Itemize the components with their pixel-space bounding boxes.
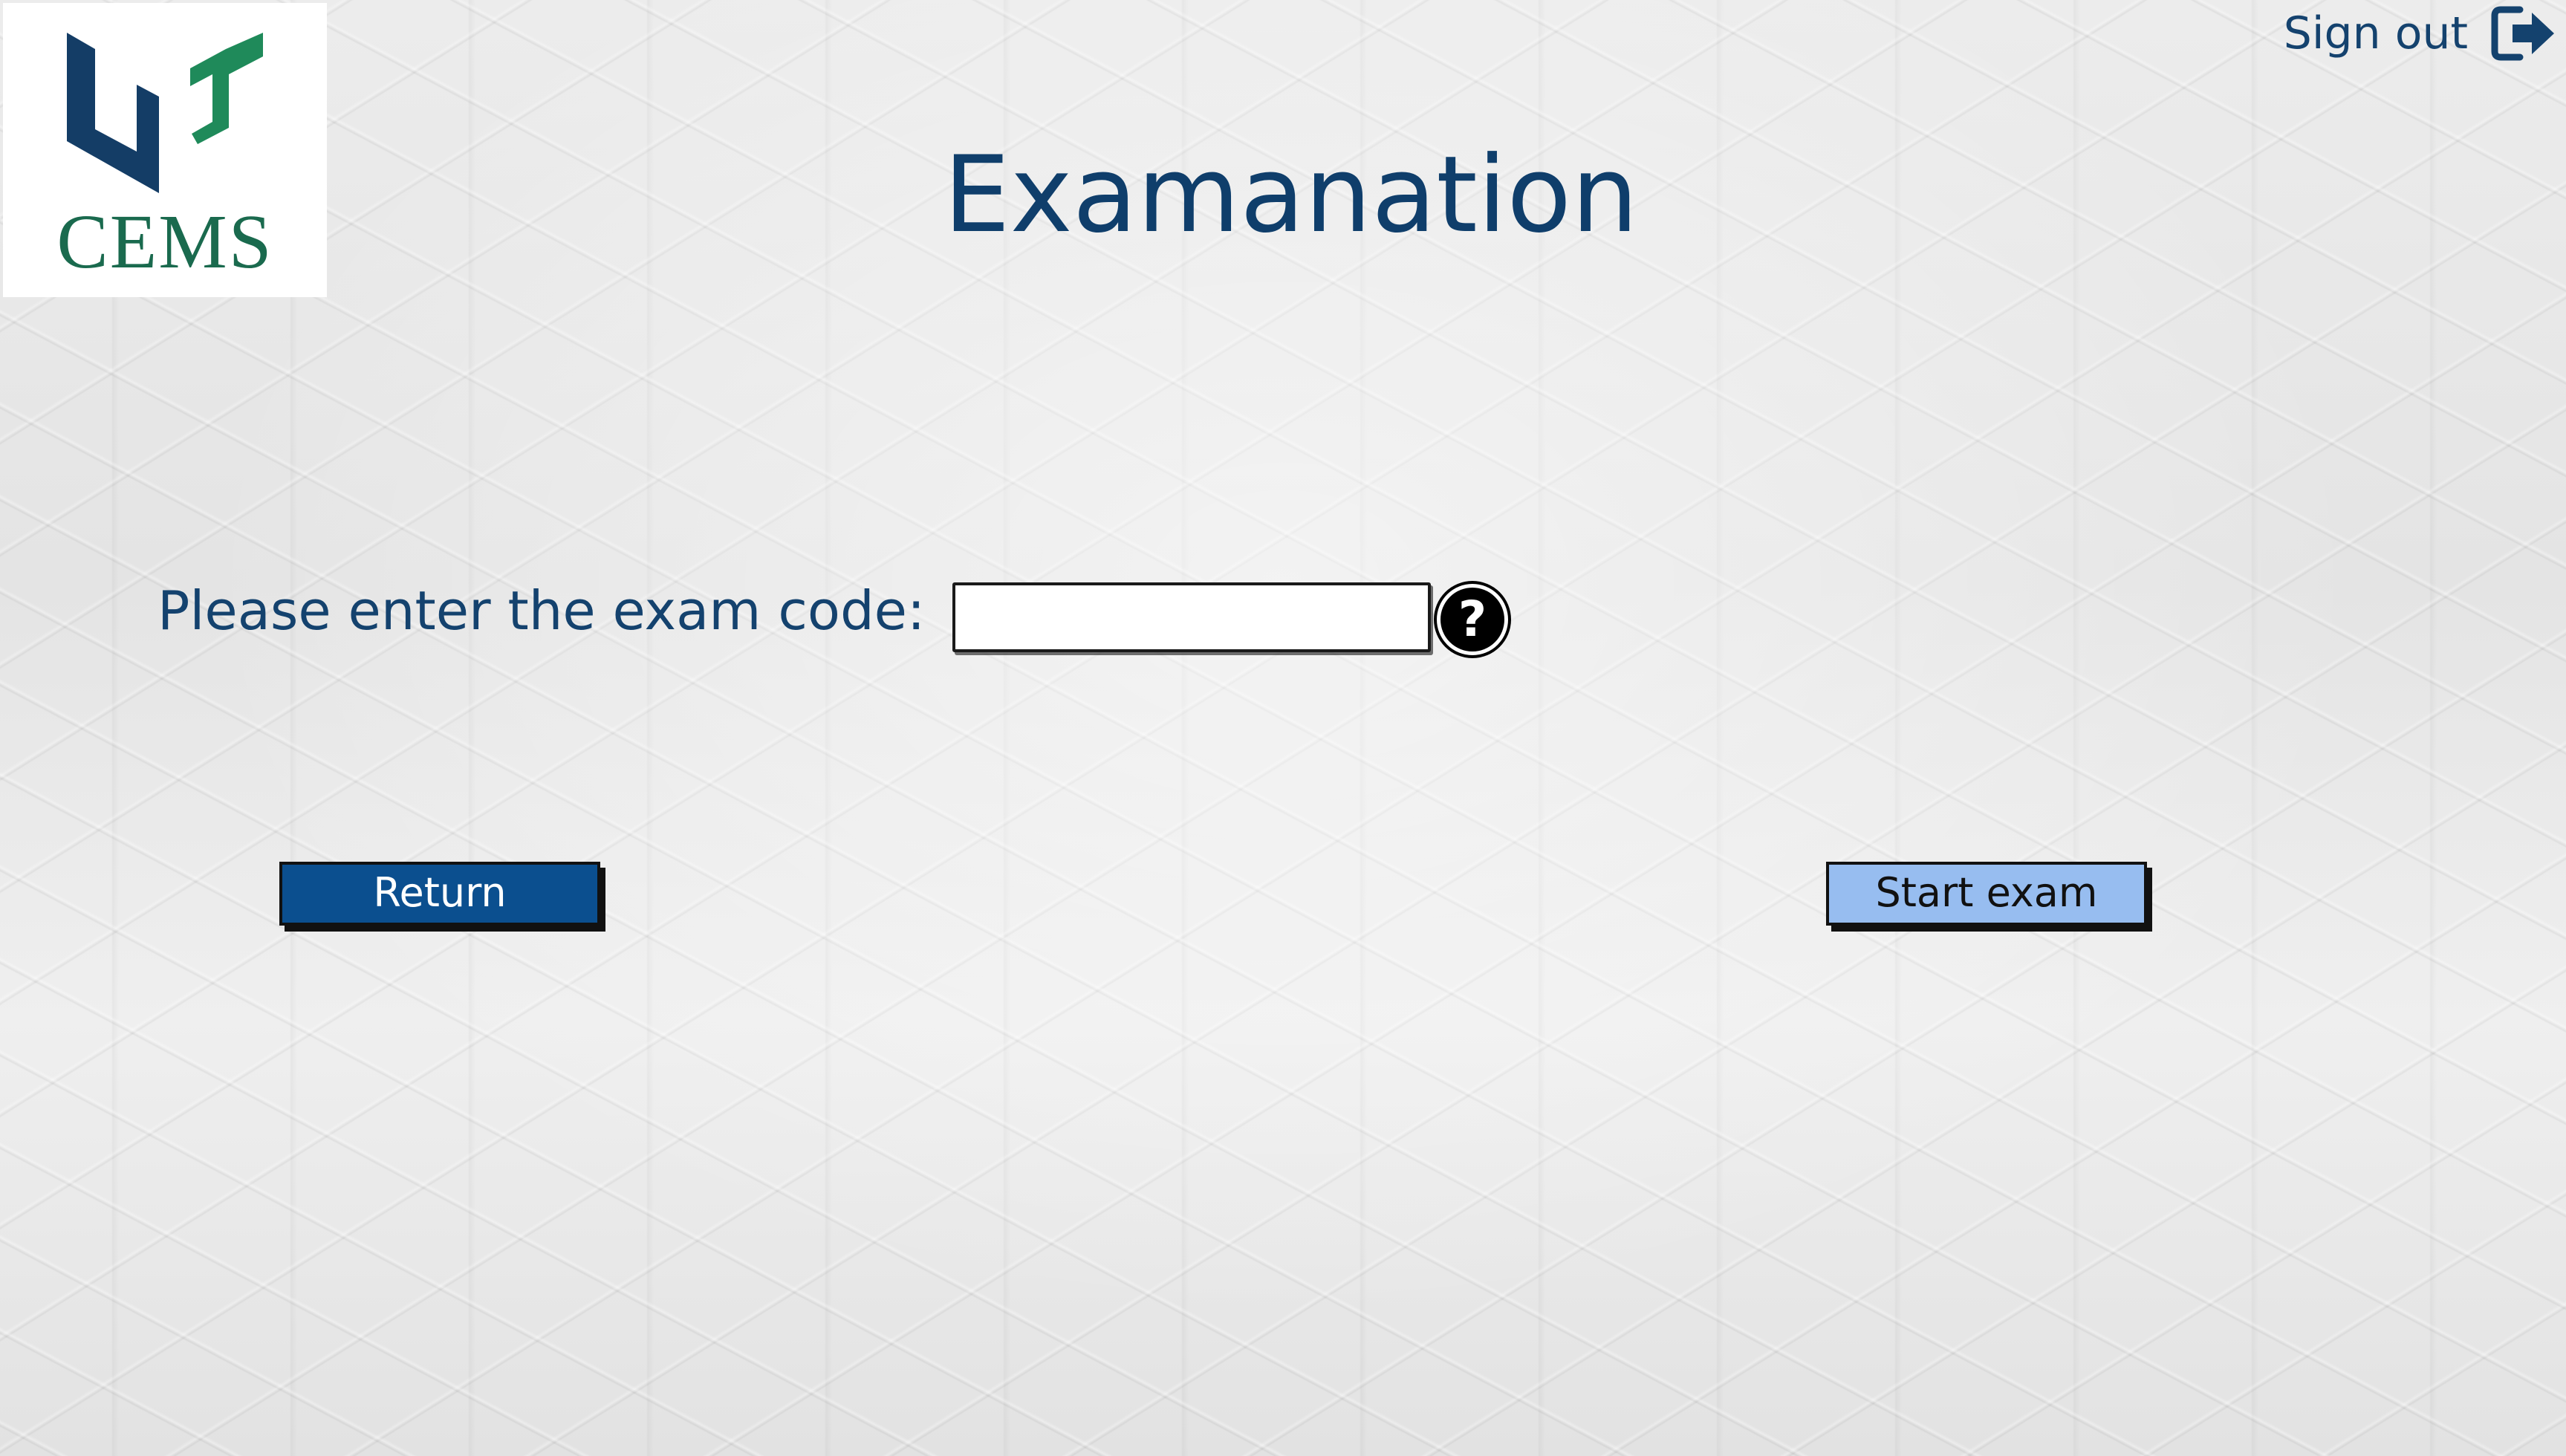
exam-code-input[interactable] bbox=[952, 582, 1431, 652]
sign-out-icon bbox=[2490, 4, 2559, 63]
exam-code-label: Please enter the exam code: bbox=[157, 579, 926, 642]
logo-text: CEMS bbox=[56, 199, 273, 285]
help-button[interactable]: ? bbox=[1437, 584, 1508, 655]
return-button[interactable]: Return bbox=[279, 862, 600, 926]
question-mark-icon: ? bbox=[1458, 591, 1487, 648]
start-exam-button[interactable]: Start exam bbox=[1826, 862, 2147, 926]
cems-logo: CEMS bbox=[3, 3, 327, 297]
page-title: Examanation bbox=[943, 134, 1639, 256]
sign-out-button[interactable]: Sign out bbox=[2284, 0, 2559, 67]
cems-logo-mark-icon bbox=[67, 33, 263, 193]
sign-out-label: Sign out bbox=[2283, 7, 2468, 59]
